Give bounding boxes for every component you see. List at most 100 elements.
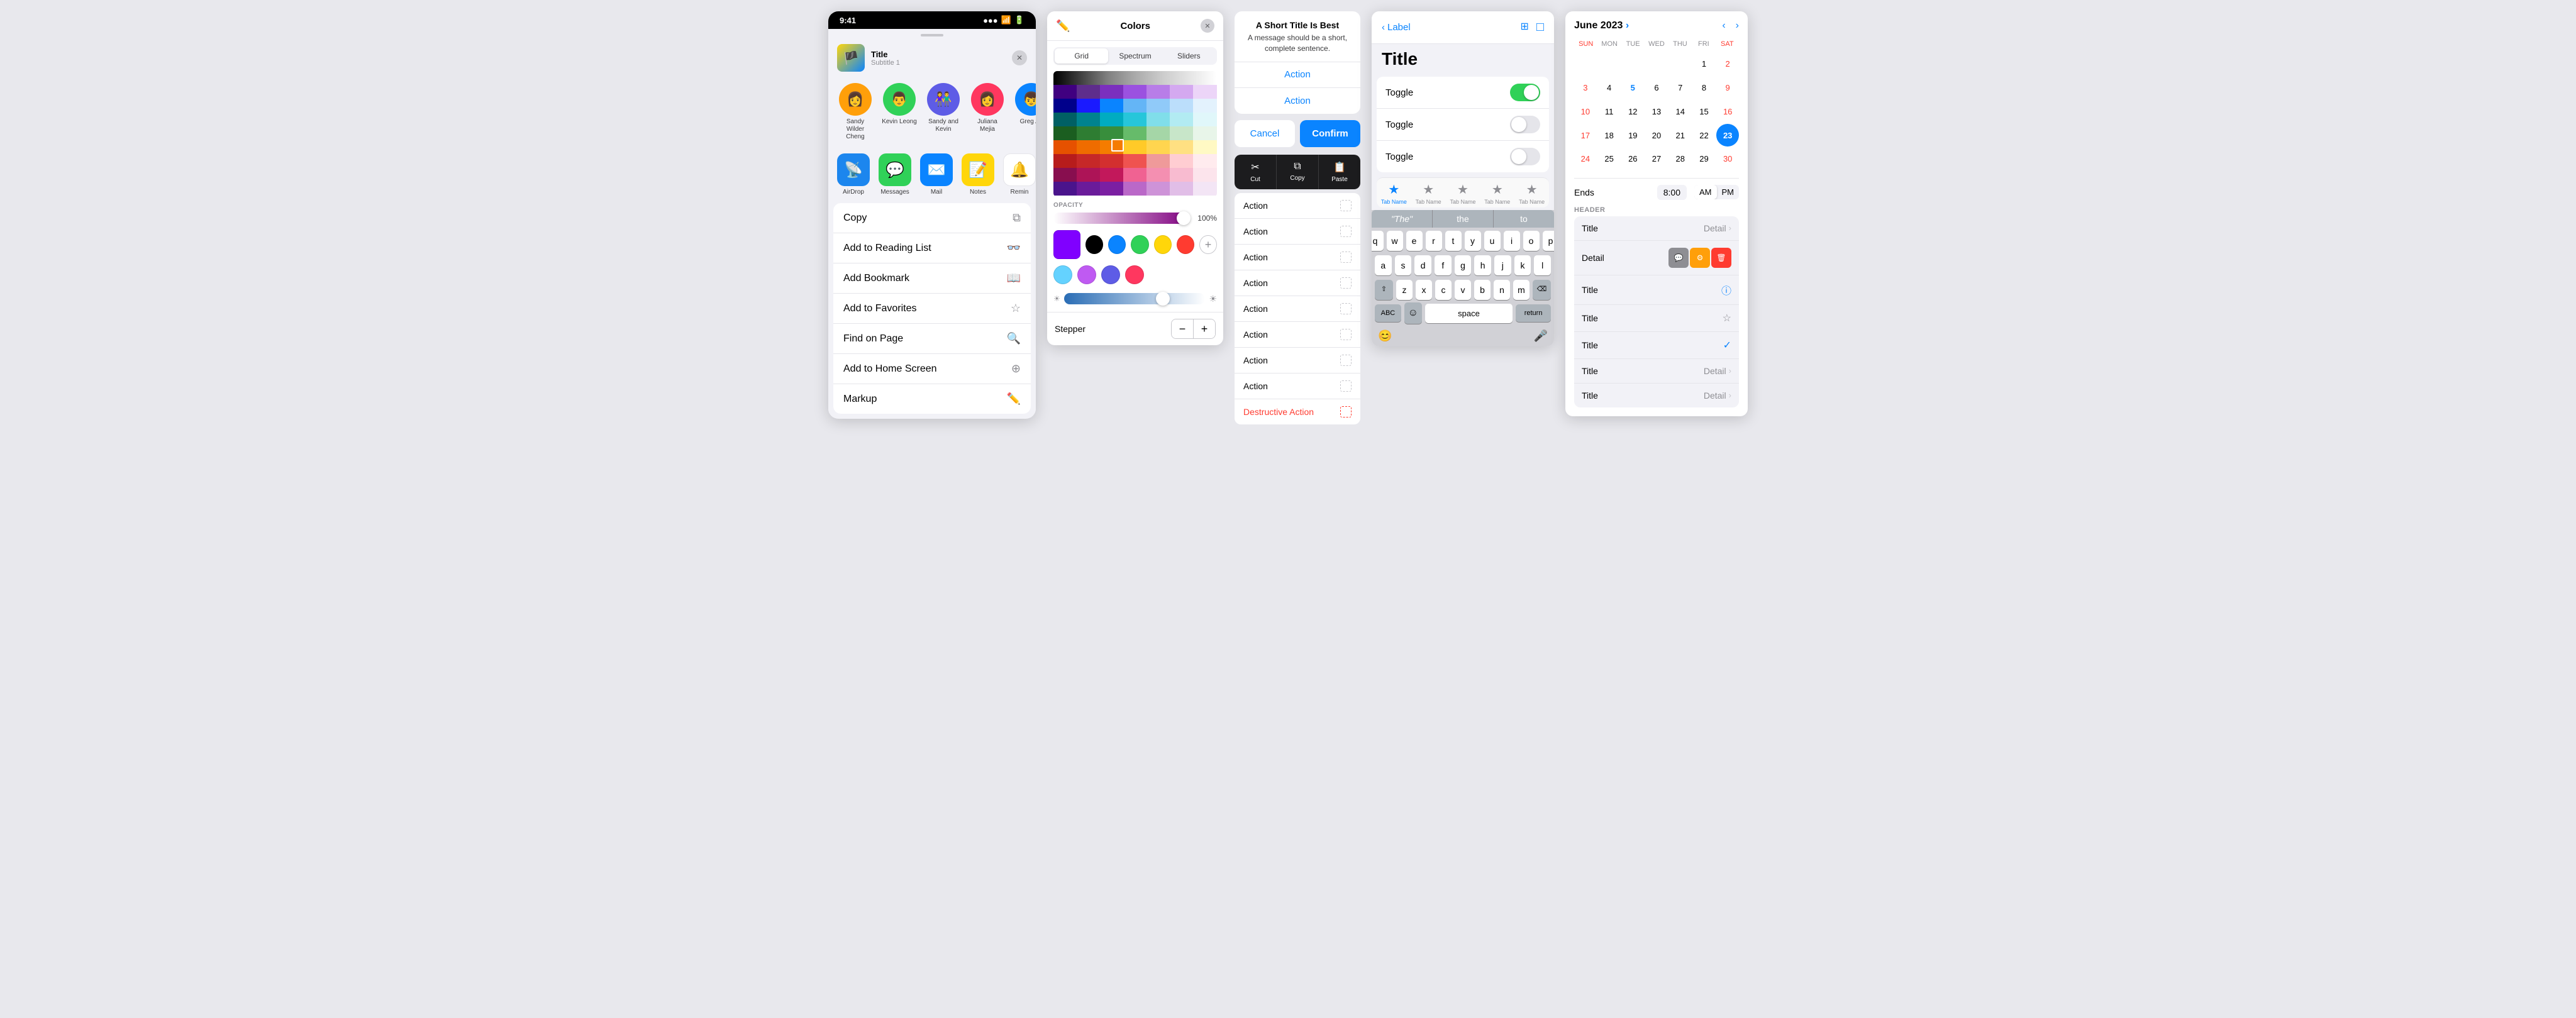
tab-grid[interactable]: Grid (1055, 48, 1108, 64)
calendar-next-button[interactable]: › (1736, 20, 1739, 31)
check-icon[interactable]: ✓ (1723, 339, 1731, 351)
key-k[interactable]: k (1514, 255, 1531, 275)
action-find[interactable]: Find on Page 🔍 (833, 324, 1031, 354)
swatch-red[interactable] (1177, 235, 1194, 254)
cal-day-22[interactable]: 22 (1693, 124, 1716, 147)
star-icon[interactable]: ☆ (1723, 312, 1731, 324)
tab-2[interactable]: ★ Tab Name (1411, 182, 1446, 205)
app-airdrop[interactable]: 📡 AirDrop (837, 153, 870, 196)
key-s[interactable]: s (1395, 255, 1412, 275)
key-x[interactable]: x (1416, 280, 1432, 300)
key-n[interactable]: n (1494, 280, 1510, 300)
key-abc[interactable]: ABC (1375, 304, 1401, 322)
cal-day-15[interactable]: 15 (1693, 100, 1716, 123)
menu-action-3[interactable]: Action (1235, 245, 1360, 270)
cal-day-23-today[interactable]: 23 (1716, 124, 1739, 147)
nav-icon-edit[interactable]: □ (1536, 20, 1544, 35)
key-w[interactable]: w (1387, 231, 1403, 251)
color-picker-close-button[interactable]: ✕ (1201, 19, 1214, 33)
cal-day-21[interactable]: 21 (1669, 124, 1692, 147)
info-icon[interactable]: ⓘ (1721, 282, 1731, 297)
key-f[interactable]: f (1435, 255, 1452, 275)
key-g[interactable]: g (1455, 255, 1472, 275)
toggle-3[interactable] (1510, 148, 1540, 165)
opacity-thumb[interactable] (1177, 211, 1191, 225)
key-b[interactable]: b (1474, 280, 1491, 300)
key-return[interactable]: return (1516, 304, 1551, 322)
alert-action-2[interactable]: Action (1235, 88, 1360, 114)
cal-day-25[interactable]: 25 (1598, 148, 1621, 170)
key-r[interactable]: r (1426, 231, 1442, 251)
cancel-button[interactable]: Cancel (1235, 120, 1295, 147)
action-reading-list[interactable]: Add to Reading List 👓 (833, 233, 1031, 263)
key-o[interactable]: o (1523, 231, 1540, 251)
key-h[interactable]: h (1474, 255, 1491, 275)
stepper-plus-button[interactable]: + (1194, 319, 1215, 338)
key-shift[interactable]: ⇧ (1375, 280, 1393, 300)
cal-day-1[interactable]: 1 (1693, 53, 1716, 75)
cal-day-24[interactable]: 24 (1574, 148, 1597, 170)
swatch-cyan[interactable] (1053, 265, 1072, 284)
cal-day-27[interactable]: 27 (1645, 148, 1668, 170)
action-favorites[interactable]: Add to Favorites ☆ (833, 294, 1031, 324)
cal-day-29[interactable]: 29 (1693, 148, 1716, 170)
cal-day-19[interactable]: 19 (1621, 124, 1644, 147)
swatch-blue[interactable] (1108, 235, 1126, 254)
swatch-purple[interactable] (1077, 265, 1096, 284)
swatch-black[interactable] (1085, 235, 1103, 254)
key-a[interactable]: a (1375, 255, 1392, 275)
cal-day-16[interactable]: 16 (1716, 100, 1739, 123)
calendar-month-chevron[interactable]: › (1626, 20, 1629, 31)
menu-action-5[interactable]: Action (1235, 296, 1360, 322)
contact-sandy-wilder[interactable]: 👩 Sandy Wilder Cheng (837, 83, 874, 141)
menu-action-8[interactable]: Action (1235, 373, 1360, 399)
back-button[interactable]: ‹ Label (1382, 22, 1411, 33)
cal-day-4[interactable]: 4 (1598, 77, 1621, 99)
key-c[interactable]: c (1435, 280, 1452, 300)
context-cut[interactable]: ✂ Cut (1235, 155, 1277, 189)
action-icon-settings[interactable]: ⚙ (1690, 248, 1710, 268)
context-paste[interactable]: 📋 Paste (1319, 155, 1360, 189)
cal-day-6[interactable]: 6 (1645, 77, 1668, 99)
tab-3[interactable]: ★ Tab Name (1446, 182, 1480, 205)
cal-day-11[interactable]: 11 (1598, 100, 1621, 123)
app-reminders[interactable]: 🔔 Remin (1003, 153, 1036, 196)
key-d[interactable]: d (1414, 255, 1431, 275)
color-grid[interactable] (1053, 71, 1217, 197)
stepper-minus-button[interactable]: − (1172, 319, 1193, 338)
emoji-icon[interactable]: 😊 (1378, 329, 1392, 343)
key-t[interactable]: t (1445, 231, 1462, 251)
action-icon-message[interactable]: 💬 (1668, 248, 1689, 268)
pencil-icon[interactable]: ✏️ (1056, 19, 1070, 33)
app-mail[interactable]: ✉️ Mail (920, 153, 953, 196)
brightness-track[interactable] (1064, 293, 1206, 304)
cal-day-30[interactable]: 30 (1716, 148, 1739, 170)
key-q[interactable]: q (1372, 231, 1384, 251)
opacity-track[interactable] (1053, 213, 1189, 224)
cal-day-18[interactable]: 18 (1598, 124, 1621, 147)
key-space[interactable]: space (1425, 304, 1513, 323)
key-y[interactable]: y (1465, 231, 1481, 251)
cal-day-26[interactable]: 26 (1621, 148, 1644, 170)
key-v[interactable]: v (1455, 280, 1471, 300)
contact-juliana[interactable]: 👩 Juliana Mejia (969, 83, 1006, 141)
cal-day-2[interactable]: 2 (1716, 53, 1739, 75)
cal-day-9[interactable]: 9 (1716, 77, 1739, 99)
key-j[interactable]: j (1494, 255, 1511, 275)
confirm-button[interactable]: Confirm (1300, 120, 1360, 147)
calendar-prev-button[interactable]: ‹ (1722, 20, 1725, 31)
key-m[interactable]: m (1513, 280, 1530, 300)
cal-day-17[interactable]: 17 (1574, 124, 1597, 147)
action-markup[interactable]: Markup ✏️ (833, 384, 1031, 414)
contact-kevin[interactable]: 👨 Kevin Leong (881, 83, 918, 141)
swatch-indigo[interactable] (1101, 265, 1120, 284)
cal-day-14[interactable]: 14 (1669, 100, 1692, 123)
grid-icon[interactable]: ⊞ (1521, 20, 1529, 35)
key-i[interactable]: i (1504, 231, 1520, 251)
contact-greg[interactable]: 👦 Greg Ap (1013, 83, 1036, 141)
cal-day-13[interactable]: 13 (1645, 100, 1668, 123)
swatch-pink[interactable] (1125, 265, 1144, 284)
context-copy[interactable]: ⧉ Copy (1277, 155, 1319, 189)
predictive-the[interactable]: the (1433, 210, 1494, 228)
menu-action-2[interactable]: Action (1235, 219, 1360, 245)
